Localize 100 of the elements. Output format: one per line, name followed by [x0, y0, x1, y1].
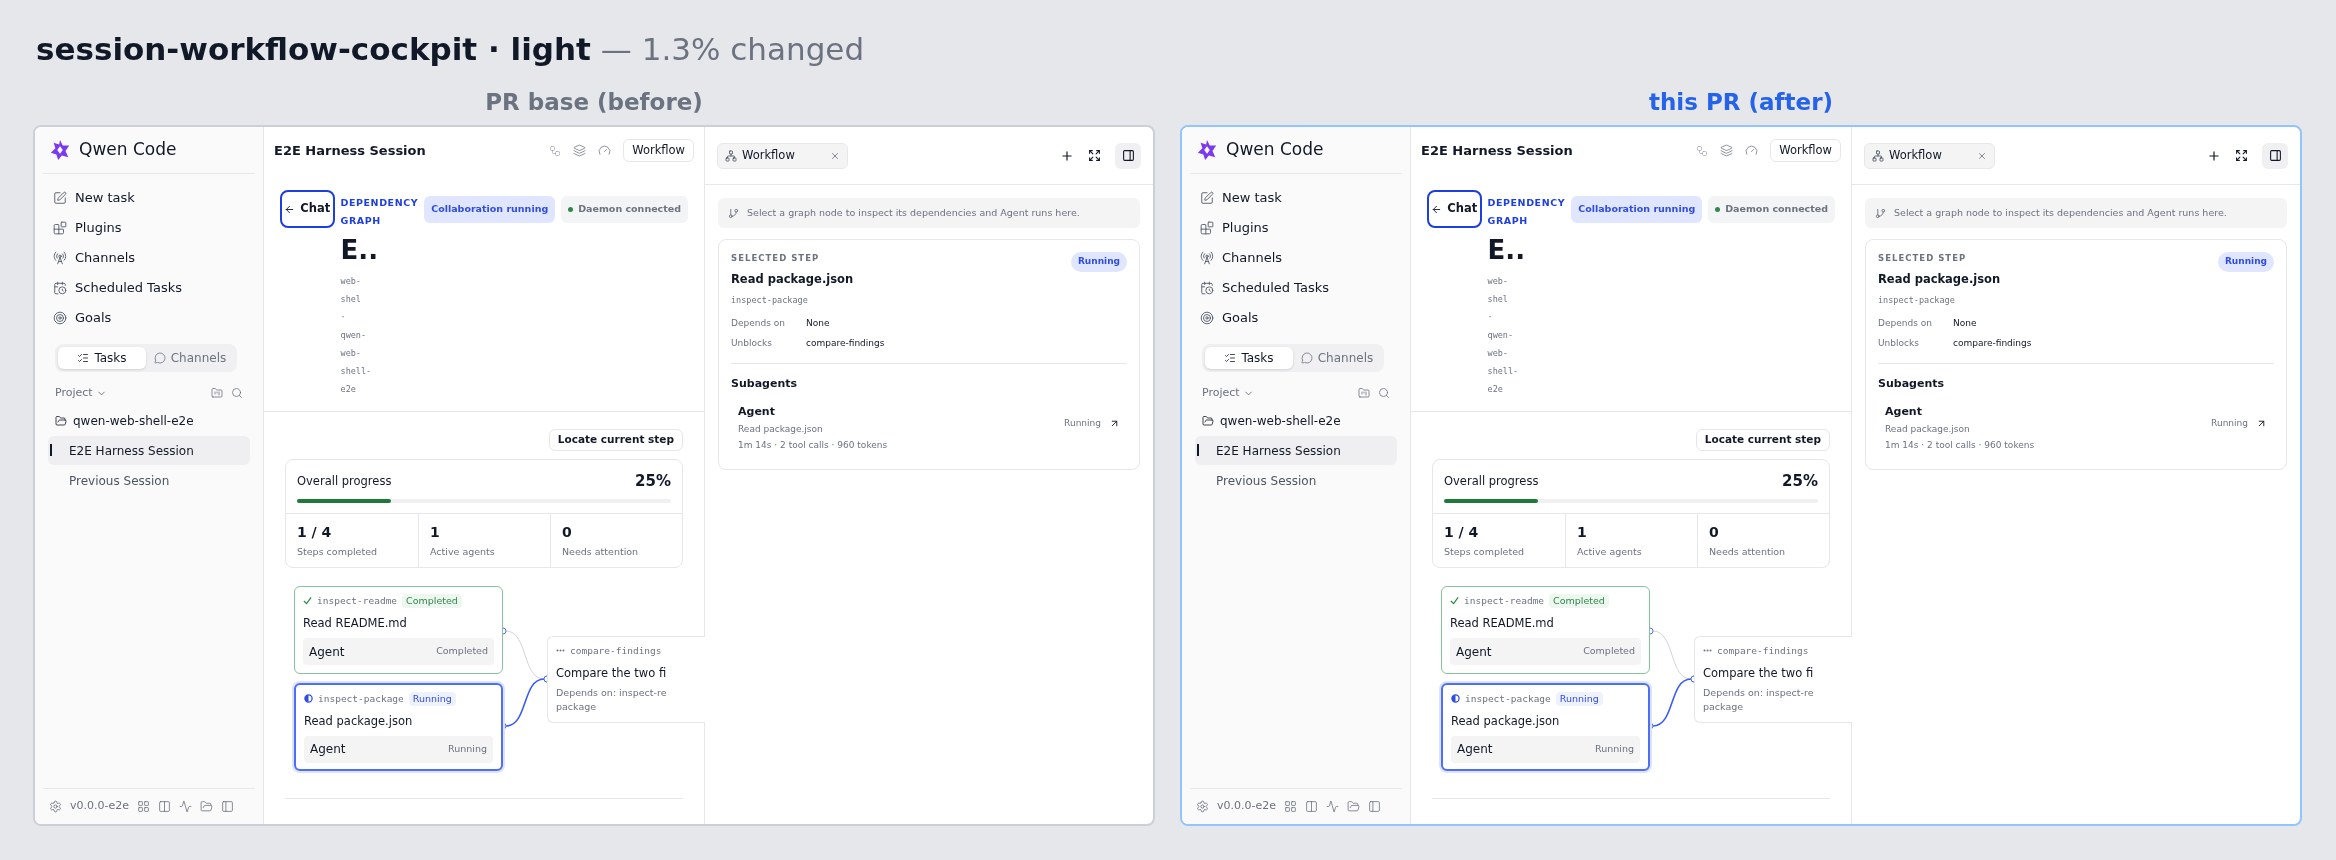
search-icon[interactable] [231, 387, 243, 399]
arrow-up-right-icon[interactable] [2256, 418, 2267, 429]
graph-node[interactable]: inspect-readme Completed Read README.md Agent Completed [294, 585, 503, 674]
sidebar-tab[interactable]: Channels [146, 347, 234, 369]
subagent-name: Agent [738, 404, 776, 421]
locate-button[interactable]: Locate current step [1695, 429, 1830, 451]
expand-icon[interactable] [2235, 149, 2248, 162]
nav-item[interactable]: Goals [47, 304, 251, 332]
session-item[interactable]: Previous Session [1195, 466, 1397, 495]
nav-item[interactable]: Channels [1194, 244, 1398, 272]
panel-toggle-button[interactable] [1115, 142, 1141, 169]
folder-icon[interactable] [1358, 387, 1370, 399]
nav-item[interactable]: Scheduled Tasks [47, 274, 251, 302]
path-text: e2e [340, 383, 357, 396]
settings-icon[interactable] [49, 800, 62, 813]
stat-value: 0 [562, 522, 573, 542]
activity-icon[interactable] [179, 800, 192, 813]
section-heading: E.. [340, 234, 380, 266]
arrow-up-right-icon[interactable] [1109, 418, 1120, 429]
status-badge: Collaboration running [1571, 196, 1703, 223]
session-item[interactable]: E2E Harness Session [1195, 436, 1397, 465]
nav-item[interactable]: New task [1194, 184, 1398, 212]
stat-label: Needs attention [562, 544, 640, 559]
layers-icon[interactable] [1720, 144, 1734, 157]
graph-node[interactable]: compare-findings Compare the two fi Depends on: inspect-re package [547, 635, 705, 723]
nav-item[interactable]: Goals [1194, 304, 1398, 332]
project-folder[interactable]: qwen-web-shell-e2e [1182, 406, 1410, 436]
graph-node[interactable]: compare-findings Compare the two fi Depends on: inspect-re package [1694, 635, 1852, 723]
workflow-tab[interactable]: Workflow [717, 142, 848, 169]
layers-icon[interactable] [573, 144, 587, 157]
add-icon[interactable] [2207, 148, 2221, 163]
subagent-row[interactable]: Agent Read package.json 1m 14s · 2 tool calls · 960 tokens Running [1878, 404, 2274, 453]
node-title: Compare the two fi [556, 664, 668, 682]
section-eyebrow: DEPENDENCY GRAPH [1487, 196, 1566, 228]
step-id: inspect-package [731, 294, 809, 307]
grid-icon[interactable] [1284, 800, 1297, 813]
path-text: web- [1487, 347, 1509, 360]
columns-icon[interactable] [1305, 800, 1318, 813]
workflow-tab[interactable]: Workflow [1864, 142, 1995, 169]
sidebar-tab[interactable]: Channels [1293, 347, 1381, 369]
project-dropdown[interactable]: Project [55, 384, 107, 402]
stat-label: Needs attention [1709, 544, 1787, 559]
arrow-left-icon [284, 203, 296, 215]
chat-bubble-icon [1300, 352, 1313, 364]
workflow-button[interactable]: Workflow [623, 139, 694, 162]
agent-status: Completed [1583, 644, 1635, 659]
session-item[interactable]: E2E Harness Session [48, 436, 250, 465]
expand-icon[interactable] [1088, 149, 1101, 162]
back-button[interactable]: Chat [1427, 190, 1482, 228]
network-icon [1872, 149, 1884, 162]
field-label: Depends on [1878, 316, 1933, 330]
gauge-icon[interactable] [598, 144, 612, 157]
panel-toggle-icon[interactable] [221, 800, 234, 813]
node-id: inspect-package [318, 691, 404, 706]
back-button[interactable]: Chat [280, 190, 335, 228]
status-chip: Running [1555, 691, 1603, 706]
graph-node[interactable]: inspect-readme Completed Read README.md Agent Completed [1441, 585, 1650, 674]
subagent-meta: 1m 14s · 2 tool calls · 960 tokens [738, 439, 888, 453]
node-id: inspect-package [1465, 691, 1551, 706]
session-item[interactable]: Previous Session [48, 466, 250, 495]
page-subtitle: — 1.3% changed [600, 30, 865, 69]
subagent-row[interactable]: Agent Read package.json 1m 14s · 2 tool calls · 960 tokens Running [731, 404, 1127, 453]
gauge-icon[interactable] [1745, 144, 1759, 157]
nav-item[interactable]: New task [47, 184, 251, 212]
search-icon[interactable] [1378, 387, 1390, 399]
agent-name: Agent [310, 741, 346, 759]
activity-icon[interactable] [1326, 800, 1339, 813]
progress-percent: 25% [635, 471, 671, 492]
sidebar-tab[interactable]: Tasks [1205, 347, 1293, 369]
nav-item[interactable]: Scheduled Tasks [1194, 274, 1398, 302]
workflow-icon[interactable] [549, 144, 562, 157]
close-icon[interactable] [1977, 150, 1987, 161]
folder-open-icon[interactable] [200, 800, 213, 813]
add-icon[interactable] [1060, 148, 1074, 163]
folder-open-icon[interactable] [1347, 800, 1360, 813]
check-icon [1450, 596, 1459, 606]
settings-icon[interactable] [1196, 800, 1209, 813]
ellipsis-icon [1703, 649, 1712, 653]
workflow-button[interactable]: Workflow [1770, 139, 1841, 162]
progress-label: Overall progress [297, 472, 392, 490]
panel-toggle-button[interactable] [2262, 142, 2288, 169]
subagent-status: Running [2211, 416, 2248, 430]
folder-icon[interactable] [211, 387, 223, 399]
workflow-icon[interactable] [1696, 144, 1709, 157]
project-folder[interactable]: qwen-web-shell-e2e [35, 406, 263, 436]
nav-item[interactable]: Channels [47, 244, 251, 272]
columns-icon[interactable] [158, 800, 171, 813]
graph-node[interactable]: inspect-package Running Read package.json Agent Running [294, 682, 503, 771]
project-dropdown[interactable]: Project [1202, 384, 1254, 402]
panel-toggle-icon[interactable] [1368, 800, 1381, 813]
nav-item[interactable]: Plugins [47, 214, 251, 242]
grid-icon[interactable] [137, 800, 150, 813]
sidebar-tab[interactable]: Tasks [58, 347, 146, 369]
node-title: Read package.json [304, 712, 414, 730]
locate-button[interactable]: Locate current step [548, 429, 683, 451]
graph-node[interactable]: inspect-package Running Read package.json Agent Running [1441, 682, 1650, 771]
node-id: inspect-readme [1464, 593, 1545, 608]
blocks-icon [1200, 221, 1214, 235]
nav-item[interactable]: Plugins [1194, 214, 1398, 242]
close-icon[interactable] [830, 150, 840, 161]
